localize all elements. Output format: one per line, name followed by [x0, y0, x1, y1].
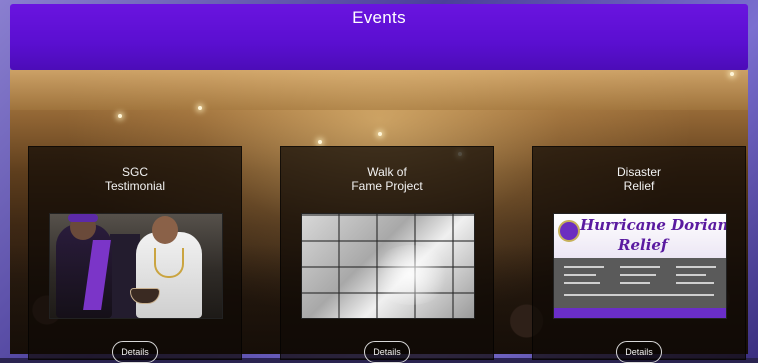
card-title: Walk of Fame Project: [351, 165, 423, 193]
event-card-sgc-testimonial[interactable]: SGC Testimonial Details: [28, 146, 242, 363]
page-title: Events: [352, 8, 406, 27]
walk-of-fame-image[interactable]: [301, 213, 475, 319]
event-card-disaster-relief[interactable]: Disaster Relief Hurricane Dorian Relief …: [532, 146, 746, 363]
card-title: SGC Testimonial: [104, 165, 166, 193]
ceiling-light: [118, 114, 122, 118]
event-card-walk-of-fame[interactable]: Walk of Fame Project Details: [280, 146, 494, 363]
ceiling-light: [730, 72, 734, 76]
flyer-subtitle: Relief: [618, 236, 668, 254]
disaster-relief-flyer-image[interactable]: Hurricane Dorian Relief: [553, 213, 727, 319]
flyer-title: Hurricane Dorian: [580, 216, 727, 234]
details-button[interactable]: Details: [616, 341, 662, 363]
card-title: Disaster Relief: [616, 165, 661, 193]
ceiling-light: [318, 140, 322, 144]
seal-icon: [558, 220, 580, 242]
events-header: Events: [10, 4, 748, 70]
ceiling: [10, 70, 748, 110]
details-button[interactable]: Details: [112, 341, 158, 363]
ceiling-light: [198, 106, 202, 110]
ceiling-light: [378, 132, 382, 136]
sgc-testimonial-image[interactable]: [49, 213, 223, 319]
details-button[interactable]: Details: [364, 341, 410, 363]
